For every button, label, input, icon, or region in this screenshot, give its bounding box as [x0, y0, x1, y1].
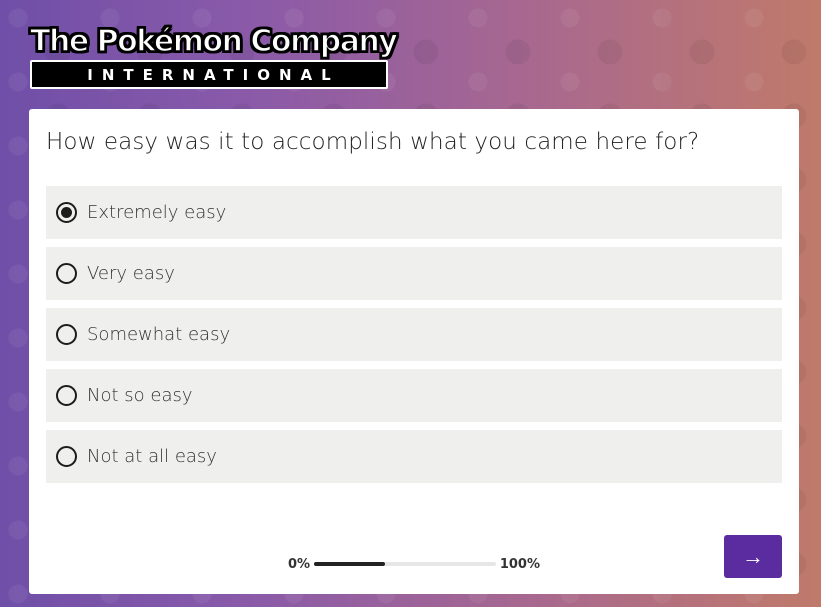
option-very-easy[interactable]: Very easy	[46, 247, 782, 300]
survey-card: How easy was it to accomplish what you c…	[29, 109, 799, 594]
option-label: Extremely easy	[87, 202, 227, 223]
progress-indicator: 0% 100%	[288, 555, 540, 573]
logo-top: The Pokémon Company	[29, 21, 398, 61]
progress-fill	[314, 562, 385, 566]
logo-bottom-text: INTERNATIONAL	[87, 65, 340, 84]
option-label: Not at all easy	[87, 446, 217, 467]
option-extremely-easy[interactable]: Extremely easy	[46, 186, 782, 239]
radio-button[interactable]	[56, 202, 77, 223]
option-not-so-easy[interactable]: Not so easy	[46, 369, 782, 422]
radio-button[interactable]	[56, 263, 77, 284]
radio-button[interactable]	[56, 446, 77, 467]
progress-end-label: 100%	[499, 556, 540, 572]
pokemon-company-logo: The Pokémon Company INTERNATIONAL	[29, 21, 399, 89]
arrow-right-icon: →	[742, 543, 764, 569]
radio-selected-dot	[61, 207, 72, 218]
logo-top-text: The Pokémon Company	[29, 23, 398, 60]
answer-options: Extremely easy Very easy Somewhat easy N…	[46, 186, 782, 491]
progress-start-label: 0%	[288, 556, 311, 572]
radio-button[interactable]	[56, 385, 77, 406]
logo-bottom-bar: INTERNATIONAL	[30, 60, 388, 89]
option-not-at-all-easy[interactable]: Not at all easy	[46, 430, 782, 483]
option-label: Very easy	[87, 263, 175, 284]
option-label: Not so easy	[87, 385, 193, 406]
option-label: Somewhat easy	[87, 324, 231, 345]
progress-track	[314, 562, 496, 566]
option-somewhat-easy[interactable]: Somewhat easy	[46, 308, 782, 361]
survey-question: How easy was it to accomplish what you c…	[46, 129, 700, 155]
radio-button[interactable]	[56, 324, 77, 345]
next-button[interactable]: →	[724, 535, 782, 578]
